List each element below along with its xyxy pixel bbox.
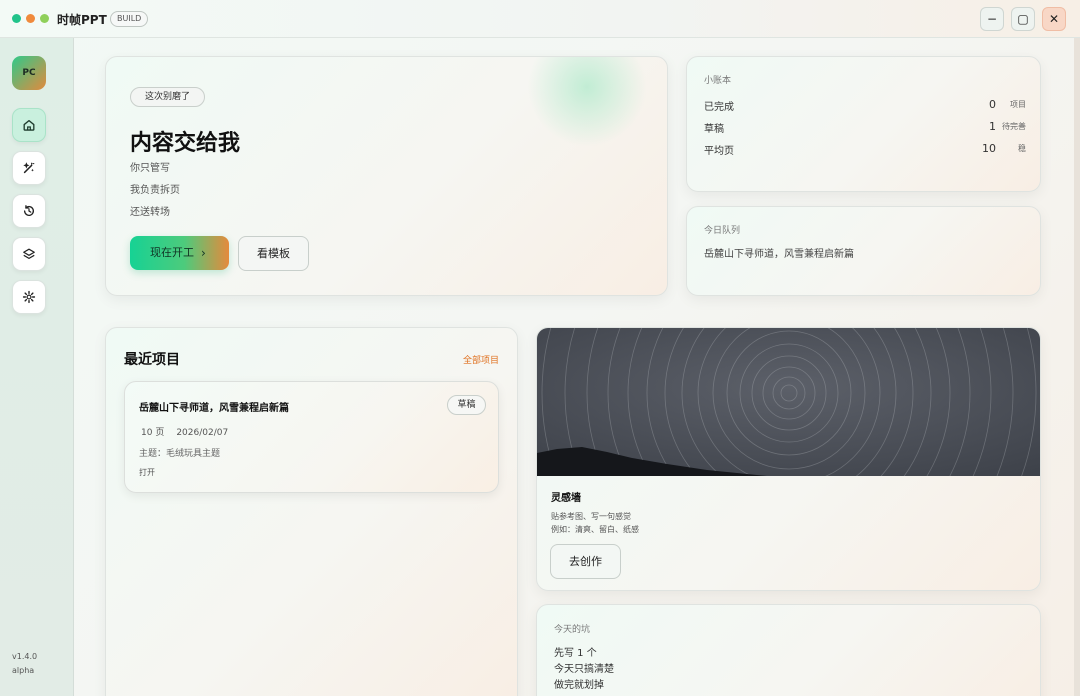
hero-line: 还送转场: [130, 207, 170, 218]
inspiration-line: 贴参考图、写一句感觉: [551, 512, 631, 521]
avatar[interactable]: PC: [12, 56, 46, 90]
stat-row-avg-pages: 平均页 10 稳: [704, 142, 1026, 158]
create-button[interactable]: 去创作: [550, 544, 621, 579]
app-title: 时帧PPT: [57, 13, 107, 27]
hero-title: 内容交给我: [130, 131, 241, 156]
today-line: 做完就划掉: [554, 680, 604, 691]
hero-line: 我负责拆页: [130, 185, 180, 196]
window-edge: [1074, 38, 1080, 696]
nav-home[interactable]: [12, 108, 46, 142]
recent-projects-title: 最近项目: [124, 352, 180, 368]
hero-card: 这次别磨了 内容交给我 你只管写 我负责拆页 还送转场 现在开工 › 看模板: [105, 56, 668, 296]
history-icon: [23, 205, 35, 216]
nav-history[interactable]: [12, 194, 46, 228]
nav-layers[interactable]: [12, 237, 46, 271]
today-card: 今天的坑 先写 1 个 今天只搞清楚 做完就划掉: [536, 604, 1041, 696]
nav-create[interactable]: [12, 151, 46, 185]
stat-value: 10: [982, 142, 996, 155]
magic-wand-icon: [23, 162, 35, 174]
traffic-light-yellow: [40, 14, 49, 23]
project-pages: 10 页: [141, 428, 165, 438]
project-meta: 10 页 2026/02/07: [141, 425, 228, 438]
stat-label: 草稿: [704, 124, 724, 135]
stat-unit: 稳: [1018, 144, 1026, 153]
project-card[interactable]: 岳麓山下寻师道，风雪兼程启新篇 草稿 10 页 2026/02/07 主题：毛绒玩…: [124, 381, 499, 493]
stats-caption: 小账本: [704, 76, 732, 86]
recent-projects-panel: 最近项目 全部项目 岳麓山下寻师道，风雪兼程启新篇 草稿 10 页 2026/02…: [105, 327, 518, 696]
stat-value: 1: [989, 120, 996, 133]
today-line: 先写 1 个: [554, 648, 597, 659]
stat-unit: 待完善: [1002, 122, 1026, 131]
stat-label: 平均页: [704, 146, 734, 157]
start-button-label: 现在开工: [150, 246, 194, 259]
layers-icon: [23, 248, 35, 259]
nav-settings[interactable]: [12, 280, 46, 314]
queue-caption: 今日队列: [704, 226, 741, 236]
inspiration-title: 灵感墙: [551, 493, 581, 504]
gear-icon: [22, 290, 36, 304]
close-button[interactable]: ✕: [1042, 7, 1066, 31]
stat-row-completed: 已完成 0 项目: [704, 98, 1026, 114]
view-templates-button[interactable]: 看模板: [238, 236, 309, 271]
stat-value: 0: [989, 98, 996, 111]
traffic-light-orange: [26, 14, 35, 23]
project-theme: 主题：毛绒玩具主题: [139, 449, 221, 459]
hero-glow: [527, 57, 647, 147]
queue-item[interactable]: 岳麓山下寻师道，风雪兼程启新篇: [704, 245, 854, 260]
hero-line: 你只管写: [130, 163, 170, 174]
hero-chip: 这次别磨了: [130, 87, 206, 107]
version-channel: alpha: [12, 666, 35, 675]
sidebar: PC v1.4.0 alpha: [0, 38, 74, 696]
start-button[interactable]: 现在开工 ›: [130, 236, 229, 270]
inspiration-card: 灵感墙 贴参考图、写一句感觉 例如：清爽、留白、纸感 去创作: [536, 327, 1041, 591]
queue-card: 今日队列 岳麓山下寻师道，风雪兼程启新篇: [686, 206, 1041, 296]
inspiration-line: 例如：清爽、留白、纸感: [551, 525, 639, 534]
status-badge: 草稿: [447, 395, 486, 415]
maximize-button[interactable]: ▢: [1011, 7, 1035, 31]
chevron-right-icon: ›: [201, 246, 206, 260]
stats-card: 小账本 已完成 0 项目 草稿 1 待完善 平均页 10 稳: [686, 56, 1041, 192]
all-projects-link[interactable]: 全部项目: [463, 353, 499, 366]
home-icon: [23, 119, 35, 131]
project-date: 2026/02/07: [176, 428, 229, 438]
build-badge: BUILD: [110, 11, 149, 27]
open-project-link[interactable]: 打开: [139, 467, 155, 478]
today-caption: 今天的坑: [554, 625, 591, 635]
stat-row-drafts: 草稿 1 待完善: [704, 120, 1026, 136]
today-line: 今天只搞清楚: [554, 664, 614, 675]
version-info: v1.4.0 alpha: [12, 650, 37, 678]
project-title: 岳麓山下寻师道，风雪兼程启新篇: [139, 403, 289, 414]
title-bar: 时帧PPT BUILD − ▢ ✕: [0, 0, 1080, 38]
version-number: v1.4.0: [12, 652, 38, 661]
stat-label: 已完成: [704, 102, 734, 113]
stat-unit: 项目: [1010, 100, 1026, 109]
star-trails-image: [537, 328, 1040, 476]
traffic-light-green: [12, 14, 21, 23]
minimize-button[interactable]: −: [980, 7, 1004, 31]
